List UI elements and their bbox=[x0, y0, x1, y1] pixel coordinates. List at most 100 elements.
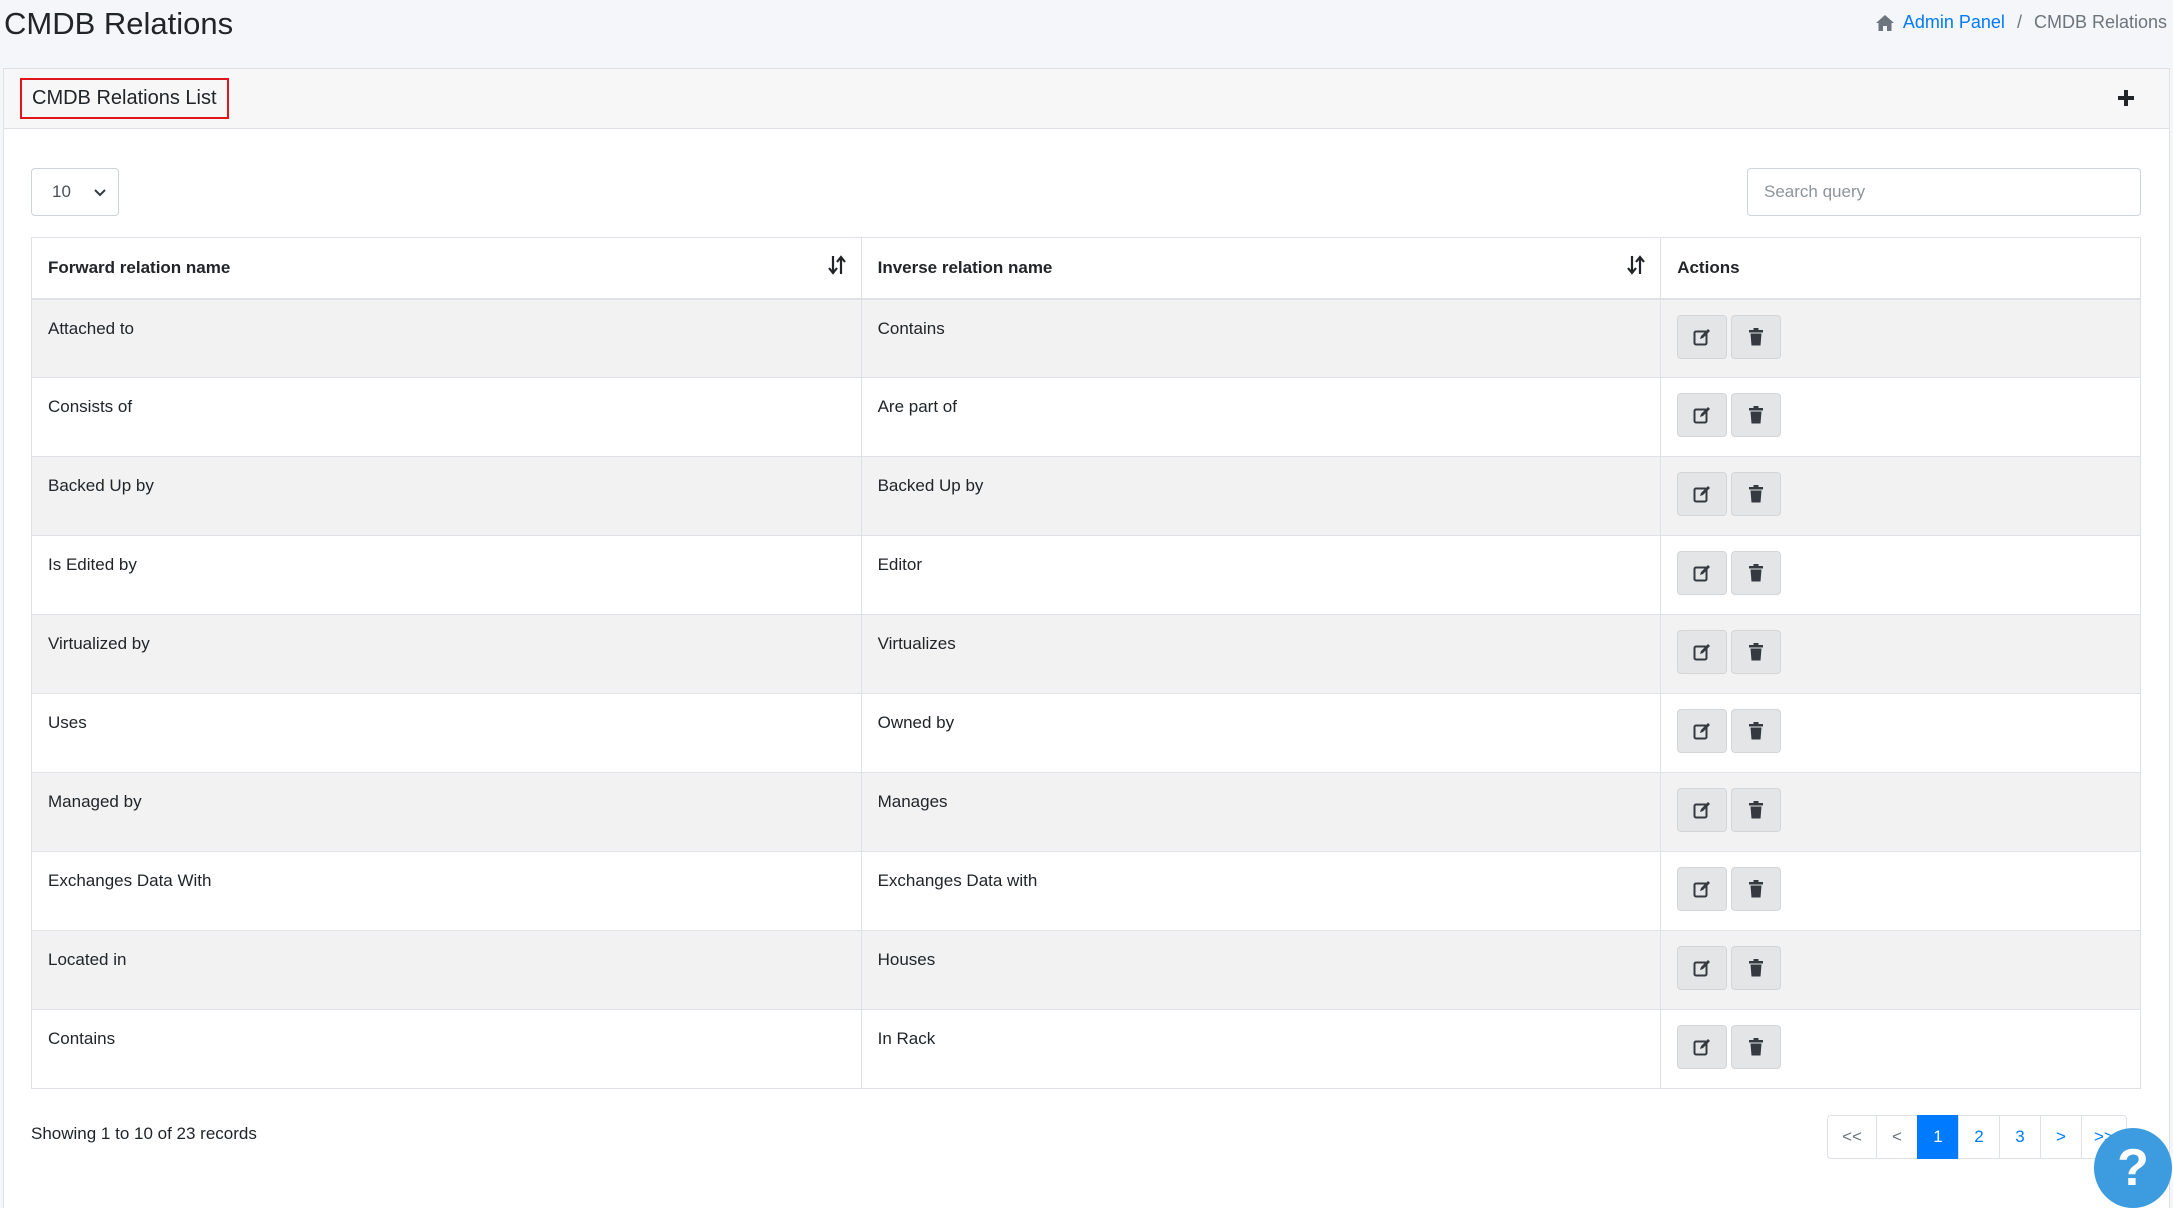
delete-button[interactable] bbox=[1731, 1025, 1782, 1069]
actions-cell bbox=[1660, 930, 2141, 1010]
delete-button[interactable] bbox=[1731, 788, 1782, 832]
inverse-relation-cell: Virtualizes bbox=[860, 614, 1662, 694]
forward-relation-name: Uses bbox=[48, 713, 87, 732]
delete-button[interactable] bbox=[1731, 867, 1782, 911]
page-title: CMDB Relations bbox=[4, 6, 234, 41]
inverse-relation-cell: In Rack bbox=[860, 1009, 1662, 1089]
header-inverse-label: Inverse relation name bbox=[877, 257, 1053, 277]
edit-button[interactable] bbox=[1677, 551, 1728, 595]
table-row: Located in Houses bbox=[31, 930, 2141, 1010]
table-row: Exchanges Data With Exchanges Data with bbox=[31, 851, 2141, 931]
delete-button[interactable] bbox=[1731, 709, 1782, 753]
table-body: Attached to Contains Consists of Are part o… bbox=[31, 298, 2141, 1089]
records-info: Showing 1 to 10 of 23 records bbox=[31, 1124, 257, 1143]
inverse-relation-cell: Owned by bbox=[860, 693, 1662, 773]
edit-icon bbox=[1693, 723, 1711, 740]
pagination-prev[interactable]: < bbox=[1876, 1115, 1918, 1159]
pagination-first[interactable]: << bbox=[1827, 1115, 1877, 1159]
pagination-page-2[interactable]: 2 bbox=[1958, 1115, 2000, 1159]
actions-cell bbox=[1660, 1009, 2141, 1089]
table-row: Contains In Rack bbox=[31, 1009, 2141, 1089]
table-row: Managed by Manages bbox=[31, 772, 2141, 852]
delete-button[interactable] bbox=[1731, 630, 1782, 674]
forward-relation-cell: Virtualized by bbox=[31, 614, 862, 694]
breadcrumb-separator: / bbox=[2016, 12, 2022, 32]
search-input[interactable] bbox=[1747, 168, 2141, 216]
edit-button[interactable] bbox=[1677, 946, 1728, 990]
card-title: CMDB Relations List bbox=[20, 78, 229, 119]
breadcrumb-admin-panel-link[interactable]: Admin Panel bbox=[1903, 12, 2005, 33]
help-button[interactable]: ? bbox=[2094, 1128, 2172, 1208]
trash-icon bbox=[1749, 959, 1764, 977]
forward-relation-name: Located in bbox=[48, 950, 127, 969]
relations-card: CMDB Relations List 10 Forward relation … bbox=[3, 68, 2170, 1208]
forward-relation-name: Consists of bbox=[48, 397, 133, 416]
delete-button[interactable] bbox=[1731, 551, 1782, 595]
breadcrumb: Admin Panel / CMDB Relations bbox=[1875, 12, 2167, 33]
forward-relation-name: Exchanges Data With bbox=[48, 871, 212, 890]
table-row: Attached to Contains bbox=[31, 298, 2141, 378]
inverse-relation-cell: Houses bbox=[860, 930, 1662, 1010]
header-forward-relation[interactable]: Forward relation name bbox=[31, 237, 862, 300]
actions-cell bbox=[1660, 772, 2141, 852]
inverse-relation-name: Exchanges Data with bbox=[877, 871, 1038, 890]
table-row: Is Edited by Editor bbox=[31, 535, 2141, 615]
inverse-relation-name: In Rack bbox=[877, 1029, 936, 1048]
inverse-relation-cell: Exchanges Data with bbox=[860, 851, 1662, 931]
forward-relation-name: Attached to bbox=[48, 318, 135, 338]
sort-icon[interactable] bbox=[827, 254, 847, 276]
edit-button[interactable] bbox=[1677, 709, 1728, 753]
forward-relation-cell: Backed Up by bbox=[31, 456, 862, 536]
delete-button[interactable] bbox=[1731, 393, 1782, 437]
edit-button[interactable] bbox=[1677, 1025, 1728, 1069]
delete-button[interactable] bbox=[1731, 314, 1782, 359]
edit-icon bbox=[1693, 960, 1711, 977]
page-length-select[interactable]: 10 bbox=[31, 168, 119, 216]
trash-icon bbox=[1749, 564, 1764, 582]
table-row: Uses Owned by bbox=[31, 693, 2141, 773]
forward-relation-cell: Uses bbox=[31, 693, 862, 773]
forward-relation-cell: Is Edited by bbox=[31, 535, 862, 615]
edit-icon bbox=[1693, 802, 1711, 819]
delete-button[interactable] bbox=[1731, 946, 1782, 990]
edit-button[interactable] bbox=[1677, 630, 1728, 674]
sort-icon[interactable] bbox=[1626, 254, 1646, 276]
edit-button[interactable] bbox=[1677, 788, 1728, 832]
inverse-relation-name: Backed Up by bbox=[877, 476, 984, 495]
actions-cell bbox=[1660, 614, 2141, 694]
actions-cell bbox=[1660, 377, 2141, 457]
trash-icon bbox=[1749, 643, 1764, 661]
actions-cell bbox=[1660, 456, 2141, 536]
page-length-value: 10 bbox=[52, 182, 71, 201]
inverse-relation-cell: Backed Up by bbox=[860, 456, 1662, 536]
edit-icon bbox=[1693, 565, 1711, 582]
edit-icon bbox=[1693, 1039, 1711, 1056]
pagination-page-1[interactable]: 1 bbox=[1917, 1115, 1959, 1159]
table-row: Backed Up by Backed Up by bbox=[31, 456, 2141, 536]
trash-icon bbox=[1749, 327, 1764, 345]
edit-button[interactable] bbox=[1677, 314, 1728, 359]
trash-icon bbox=[1749, 1038, 1764, 1056]
chevron-down-icon bbox=[94, 189, 106, 197]
plus-icon bbox=[2118, 90, 2134, 106]
inverse-relation-name: Virtualizes bbox=[877, 634, 956, 653]
edit-icon bbox=[1693, 644, 1711, 661]
edit-button[interactable] bbox=[1677, 472, 1728, 516]
edit-button[interactable] bbox=[1677, 867, 1728, 911]
home-icon[interactable] bbox=[1875, 14, 1895, 32]
edit-icon bbox=[1693, 486, 1711, 503]
header-inverse-relation[interactable]: Inverse relation name bbox=[860, 237, 1662, 300]
delete-button[interactable] bbox=[1731, 472, 1782, 516]
breadcrumb-current: CMDB Relations bbox=[2033, 12, 2167, 32]
pagination-page-3[interactable]: 3 bbox=[1999, 1115, 2041, 1159]
edit-button[interactable] bbox=[1677, 393, 1728, 437]
pagination-next[interactable]: > bbox=[2040, 1115, 2082, 1159]
forward-relation-cell: Attached to bbox=[31, 298, 862, 378]
inverse-relation-name: Manages bbox=[877, 792, 948, 811]
forward-relation-name: Virtualized by bbox=[48, 634, 150, 653]
edit-icon bbox=[1693, 328, 1711, 345]
trash-icon bbox=[1749, 801, 1764, 819]
inverse-relation-cell: Contains bbox=[860, 298, 1662, 378]
actions-cell bbox=[1660, 693, 2141, 773]
add-relation-button[interactable] bbox=[2113, 85, 2139, 111]
